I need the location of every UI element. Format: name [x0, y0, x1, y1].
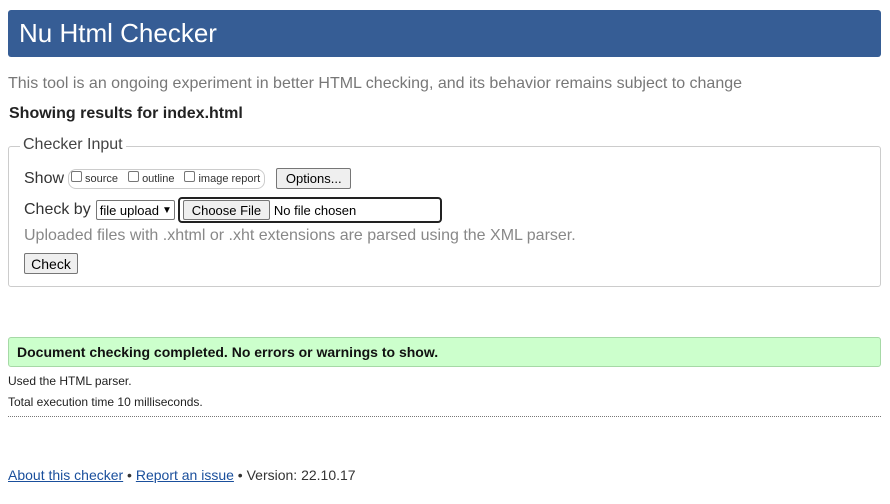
parser-used-text: Used the HTML parser. — [8, 374, 132, 388]
checker-input-fieldset: Checker Input Show source outline image … — [8, 136, 881, 287]
divider — [8, 416, 881, 417]
version-text: • Version: 22.10.17 — [233, 467, 356, 483]
checkbox-box[interactable] — [128, 171, 140, 182]
checkbox-label: source — [85, 172, 119, 185]
file-status: No file chosen — [273, 202, 357, 218]
tagline: This tool is an ongoing experiment in be… — [8, 75, 743, 92]
check-button-wrapper: Check — [24, 253, 78, 274]
options-button[interactable]: Options... — [276, 168, 352, 189]
file-upload-input[interactable]: Choose File No file chosen — [177, 197, 442, 223]
check-button[interactable]: Check — [24, 253, 78, 274]
show-outline-checkbox[interactable]: outline — [128, 171, 175, 185]
show-label: Show — [24, 169, 65, 187]
checkbox-box[interactable] — [184, 171, 196, 182]
show-options-group: source outline image report — [68, 168, 266, 189]
footer: About this checker • Report an issue • V… — [8, 467, 356, 483]
checkbox-label: image report — [198, 172, 261, 185]
checker-input-legend: Checker Input — [20, 136, 126, 154]
about-checker-link[interactable]: About this checker — [8, 467, 123, 483]
report-issue-link[interactable]: Report an issue — [136, 467, 234, 483]
check-by-row: Check by file upload ▼ Choose File No fi… — [24, 197, 442, 223]
page-title: Nu Html Checker — [19, 18, 217, 48]
success-message: Document checking completed. No errors o… — [8, 337, 881, 367]
checkbox-label: outline — [142, 172, 175, 185]
check-by-selected-value: file upload — [99, 202, 159, 218]
check-by-label: Check by — [24, 201, 91, 218]
parser-note: Uploaded files with .xhtml or .xht exten… — [24, 227, 576, 244]
show-source-checkbox[interactable]: source — [71, 171, 119, 185]
check-by-select[interactable]: file upload ▼ — [95, 200, 175, 220]
show-row: Show source outline image report Options… — [24, 168, 352, 189]
results-heading: Showing results for index.html — [9, 105, 243, 122]
execution-time-text: Total execution time 10 milliseconds. — [8, 395, 203, 409]
chevron-down-icon: ▼ — [161, 204, 172, 216]
header-bar: Nu Html Checker — [8, 10, 881, 57]
show-image-report-checkbox[interactable]: image report — [184, 171, 261, 185]
footer-separator: • — [123, 467, 136, 483]
choose-file-button[interactable]: Choose File — [182, 200, 270, 220]
checkbox-box[interactable] — [71, 171, 83, 182]
